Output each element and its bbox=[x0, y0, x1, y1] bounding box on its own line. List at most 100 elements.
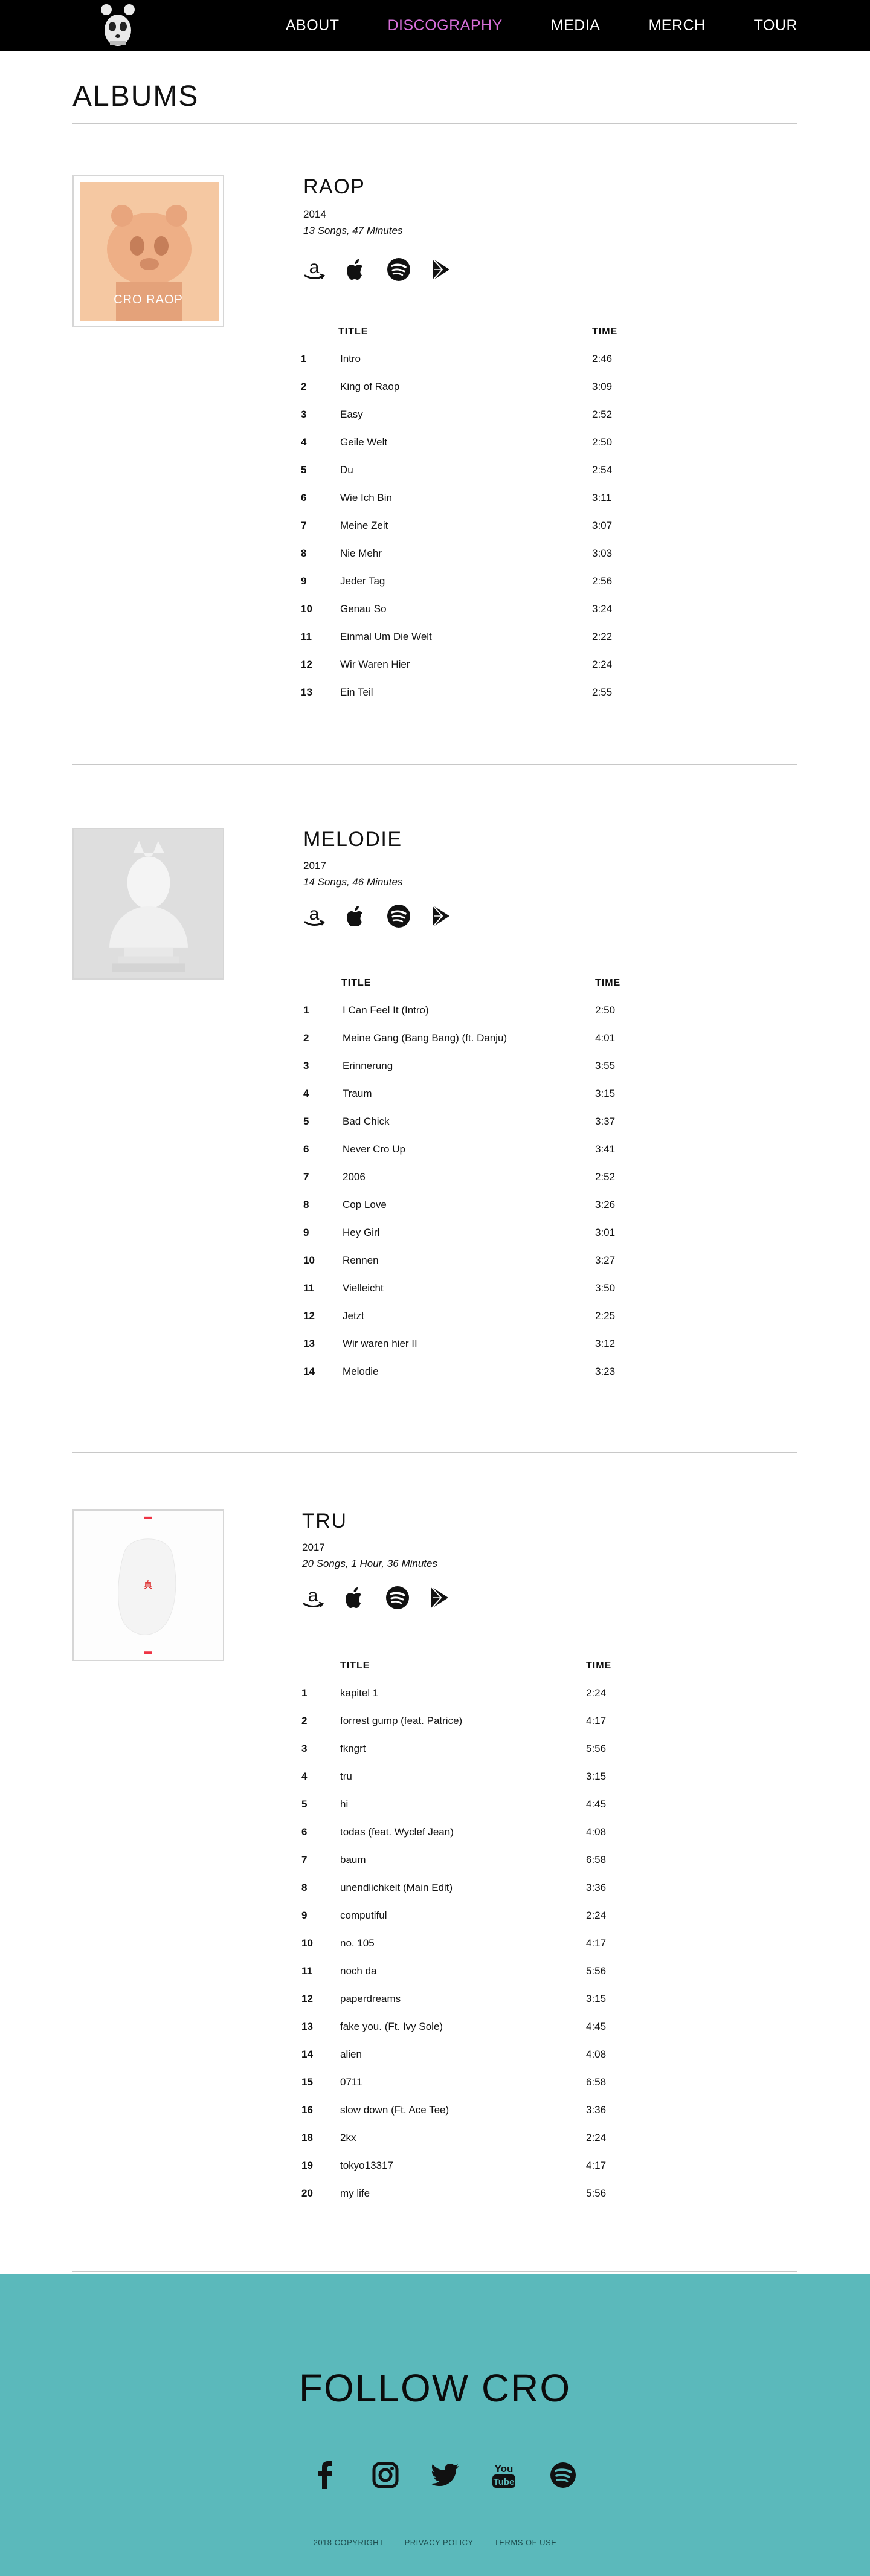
track-number: 19 bbox=[301, 2160, 313, 2171]
spotify-icon[interactable] bbox=[387, 257, 411, 282]
track-number: 8 bbox=[301, 1882, 308, 1893]
col-header-title: TITLE bbox=[340, 1661, 370, 1671]
album-year: 2017 bbox=[302, 1541, 325, 1553]
track-title[interactable]: Meine Gang (Bang Bang) (ft. Danju) bbox=[343, 1032, 507, 1044]
track-time: 3:55 bbox=[595, 1060, 616, 1071]
track-time: 6:58 bbox=[586, 1854, 607, 1865]
track-title[interactable]: Vielleicht bbox=[343, 1282, 384, 1294]
instagram-icon[interactable] bbox=[372, 2461, 399, 2489]
track-time: 4:01 bbox=[595, 1032, 616, 1044]
spotify-icon[interactable] bbox=[549, 2461, 577, 2489]
track-title[interactable]: Geile Welt bbox=[340, 436, 387, 448]
track-title[interactable]: Easy bbox=[340, 408, 363, 421]
cro-logo[interactable] bbox=[97, 1, 139, 48]
track-title[interactable]: Wir waren hier II bbox=[343, 1338, 417, 1350]
track-time: 4:08 bbox=[586, 2048, 607, 2060]
youtube-text-you: You bbox=[495, 2463, 514, 2474]
track-time: 3:36 bbox=[586, 1882, 607, 1893]
track-title[interactable]: tokyo13317 bbox=[340, 2160, 393, 2172]
track-title[interactable]: hi bbox=[340, 1798, 348, 1810]
track-title[interactable]: alien bbox=[340, 2048, 362, 2061]
track-title[interactable]: Bad Chick bbox=[343, 1115, 389, 1128]
track-title[interactable]: Melodie bbox=[343, 1366, 379, 1378]
track-title[interactable]: Rennen bbox=[343, 1254, 379, 1267]
track-title[interactable]: Nie Mehr bbox=[340, 547, 382, 560]
track-number: 11 bbox=[301, 631, 312, 642]
track-title[interactable]: noch da bbox=[340, 1965, 377, 1977]
terms-of-use-link[interactable]: TERMS OF USE bbox=[494, 2538, 557, 2547]
track-title[interactable]: Du bbox=[340, 464, 353, 476]
track-title[interactable]: Meine Zeit bbox=[340, 520, 388, 532]
track-title[interactable]: my life bbox=[340, 2187, 370, 2200]
track-title[interactable]: computiful bbox=[340, 1909, 387, 1922]
top-nav: ABOUT DISCOGRAPHY MEDIA MERCH TOUR bbox=[0, 0, 870, 51]
google-play-icon[interactable] bbox=[428, 1586, 452, 1610]
nav-media[interactable]: MEDIA bbox=[551, 17, 601, 34]
track-title[interactable]: 0711 bbox=[340, 2076, 362, 2088]
svg-text:a: a bbox=[309, 904, 320, 924]
track-number: 16 bbox=[301, 2104, 313, 2116]
track-title[interactable]: Traum bbox=[343, 1088, 372, 1100]
copyright-link[interactable]: 2018 COPYRIGHT bbox=[314, 2538, 384, 2547]
track-time: 2:52 bbox=[595, 1171, 616, 1183]
track-title[interactable]: King of Raop bbox=[340, 381, 399, 393]
track-title[interactable]: Wir Waren Hier bbox=[340, 659, 410, 671]
google-play-icon[interactable] bbox=[429, 904, 453, 928]
track-number: 2 bbox=[301, 1715, 308, 1726]
album-cover[interactable]: CRO RAOP bbox=[72, 175, 224, 327]
track-title[interactable]: slow down (Ft. Ace Tee) bbox=[340, 2104, 449, 2116]
amazon-icon[interactable]: a bbox=[302, 904, 326, 928]
track-title[interactable]: I Can Feel It (Intro) bbox=[343, 1004, 429, 1016]
track-title[interactable]: Intro bbox=[340, 353, 361, 365]
track-title[interactable]: Wie Ich Bin bbox=[340, 492, 392, 504]
track-title[interactable]: todas (feat. Wyclef Jean) bbox=[340, 1826, 454, 1838]
track-title[interactable]: Erinnerung bbox=[343, 1060, 393, 1072]
track-number: 6 bbox=[301, 492, 307, 503]
amazon-icon[interactable]: a bbox=[302, 257, 326, 282]
track-title[interactable]: 2kx bbox=[340, 2132, 356, 2144]
track-title[interactable]: kapitel 1 bbox=[340, 1687, 378, 1699]
track-number: 13 bbox=[301, 686, 312, 698]
track-number: 15 bbox=[301, 2076, 313, 2088]
track-title[interactable]: no. 105 bbox=[340, 1937, 375, 1949]
track-title[interactable]: forrest gump (feat. Patrice) bbox=[340, 1715, 462, 1727]
track-title[interactable]: paperdreams bbox=[340, 1993, 401, 2005]
privacy-policy-link[interactable]: PRIVACY POLICY bbox=[405, 2538, 474, 2547]
track-time: 3:23 bbox=[595, 1366, 616, 1377]
spotify-icon[interactable] bbox=[385, 1586, 410, 1610]
amazon-icon[interactable]: a bbox=[301, 1586, 325, 1610]
track-time: 3:11 bbox=[592, 492, 611, 503]
track-title[interactable]: tru bbox=[340, 1771, 352, 1783]
track-title[interactable]: Jetzt bbox=[343, 1310, 364, 1322]
nav-tour[interactable]: TOUR bbox=[754, 17, 798, 34]
track-number: 10 bbox=[301, 1937, 313, 1949]
album-cover[interactable]: 真 bbox=[72, 1509, 224, 1661]
track-title[interactable]: Jeder Tag bbox=[340, 575, 385, 587]
apple-icon[interactable] bbox=[344, 904, 369, 928]
twitter-icon[interactable] bbox=[431, 2461, 459, 2489]
apple-icon[interactable] bbox=[344, 257, 369, 282]
track-title[interactable]: Genau So bbox=[340, 603, 387, 615]
youtube-icon[interactable]: You Tube bbox=[490, 2461, 518, 2489]
apple-icon[interactable] bbox=[343, 1586, 367, 1610]
nav-about[interactable]: ABOUT bbox=[286, 17, 340, 34]
google-play-icon[interactable] bbox=[429, 257, 453, 282]
spotify-icon[interactable] bbox=[387, 904, 411, 928]
track-title[interactable]: 2006 bbox=[343, 1171, 366, 1183]
album-cover[interactable] bbox=[72, 828, 224, 980]
facebook-icon[interactable] bbox=[312, 2461, 340, 2489]
track-title[interactable]: baum bbox=[340, 1854, 366, 1866]
track-title[interactable]: Cop Love bbox=[343, 1199, 387, 1211]
track-title[interactable]: Einmal Um Die Welt bbox=[340, 631, 432, 643]
track-title[interactable]: fake you. (Ft. Ivy Sole) bbox=[340, 2021, 443, 2033]
track-title[interactable]: fkngrt bbox=[340, 1743, 366, 1755]
track-time: 5:56 bbox=[586, 1965, 607, 1977]
track-title[interactable]: Ein Teil bbox=[340, 686, 373, 699]
track-title[interactable]: Hey Girl bbox=[343, 1227, 379, 1239]
track-number: 11 bbox=[301, 1965, 312, 1977]
track-title[interactable]: Never Cro Up bbox=[343, 1143, 405, 1155]
nav-merch[interactable]: MERCH bbox=[648, 17, 705, 34]
track-number: 7 bbox=[303, 1171, 309, 1183]
track-title[interactable]: unendlichkeit (Main Edit) bbox=[340, 1882, 453, 1894]
nav-discography[interactable]: DISCOGRAPHY bbox=[388, 17, 503, 34]
